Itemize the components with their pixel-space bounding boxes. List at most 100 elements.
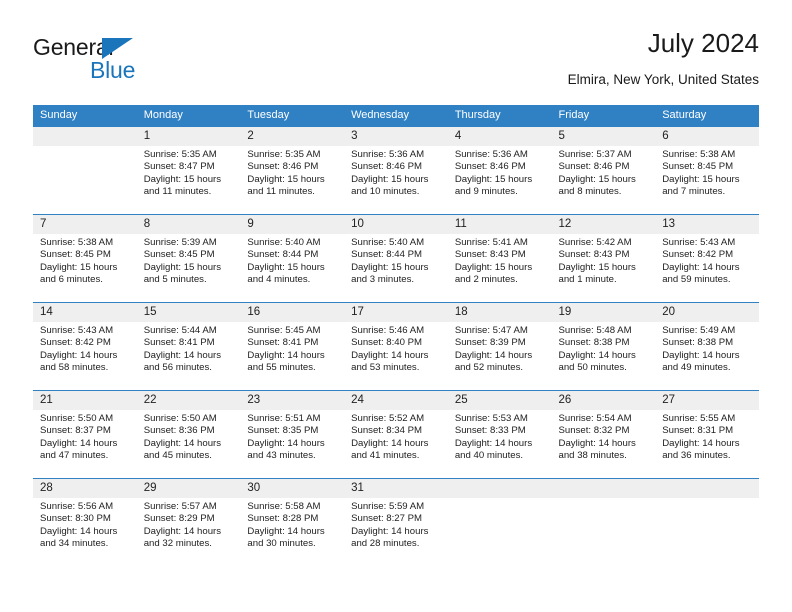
- day-details: Sunrise: 5:37 AM Sunset: 8:46 PM Daylight:…: [552, 146, 656, 198]
- daylight-text-line1: Daylight: 14 hours: [40, 525, 118, 537]
- day-number: 6: [655, 127, 759, 146]
- day-details: Sunrise: 5:44 AM Sunset: 8:41 PM Daylight:…: [137, 322, 241, 374]
- logo-text-blue: Blue: [90, 57, 136, 83]
- daylight-text-line1: Daylight: 15 hours: [558, 261, 636, 273]
- day-number: 30: [240, 479, 345, 498]
- day-cell[interactable]: 9 Sunrise: 5:40 AM Sunset: 8:44 PM Daylight…: [240, 214, 345, 303]
- sunset-text: Sunset: 8:29 PM: [143, 513, 215, 525]
- day-cell[interactable]: 20 Sunrise: 5:49 AM Sunset: 8:38 PM Dayligh…: [655, 302, 759, 391]
- daylight-text-line2: and 43 minutes.: [247, 449, 316, 461]
- day-cell[interactable]: 18 Sunrise: 5:47 AM Sunset: 8:39 PM Dayligh…: [447, 302, 552, 391]
- day-number: 20: [655, 303, 759, 322]
- daylight-text-line1: Daylight: 15 hours: [454, 261, 533, 273]
- day-cell[interactable]: 1 Sunrise: 5:35 AM Sunset: 8:47 PM Daylight…: [136, 126, 241, 215]
- day-cell[interactable]: 22 Sunrise: 5:50 AM Sunset: 8:36 PM Dayligh…: [136, 390, 241, 479]
- daylight-text-line2: and 41 minutes.: [351, 449, 420, 461]
- day-cell[interactable]: 8 Sunrise: 5:39 AM Sunset: 8:45 PM Daylight…: [136, 214, 241, 303]
- day-number: [551, 479, 656, 498]
- day-details: Sunrise: 5:58 AM Sunset: 8:28 PM Daylight:…: [240, 498, 344, 550]
- day-cell[interactable]: 14 Sunrise: 5:43 AM Sunset: 8:42 PM Dayligh…: [33, 302, 137, 391]
- day-number: 25: [447, 391, 552, 410]
- day-number: 3: [344, 127, 448, 146]
- daylight-text-line2: and 4 minutes.: [247, 273, 311, 285]
- sunset-text: Sunset: 8:40 PM: [351, 337, 423, 349]
- day-details: Sunrise: 5:57 AM Sunset: 8:29 PM Daylight:…: [137, 498, 241, 550]
- day-details: Sunrise: 5:40 AM Sunset: 8:44 PM Daylight:…: [240, 234, 344, 286]
- sunset-text: Sunset: 8:45 PM: [143, 249, 215, 261]
- daylight-text-line1: Daylight: 14 hours: [558, 437, 636, 449]
- day-number: 11: [447, 215, 552, 234]
- sunrise-text: Sunrise: 5:44 AM: [143, 325, 217, 336]
- day-cell[interactable]: 28 Sunrise: 5:56 AM Sunset: 8:30 PM Dayligh…: [33, 478, 137, 567]
- day-details: Sunrise: 5:42 AM Sunset: 8:43 PM Daylight:…: [552, 234, 656, 286]
- day-cell[interactable]: 16 Sunrise: 5:45 AM Sunset: 8:41 PM Dayligh…: [240, 302, 345, 391]
- daylight-text-line1: Daylight: 15 hours: [351, 173, 429, 185]
- day-number: 23: [240, 391, 345, 410]
- day-cell[interactable]: 4 Sunrise: 5:36 AM Sunset: 8:46 PM Daylight…: [447, 126, 552, 215]
- sunrise-text: Sunrise: 5:59 AM: [351, 501, 425, 512]
- day-details: Sunrise: 5:39 AM Sunset: 8:45 PM Daylight:…: [137, 234, 241, 286]
- sunrise-text: Sunrise: 5:36 AM: [454, 149, 528, 160]
- day-cell[interactable]: 10 Sunrise: 5:40 AM Sunset: 8:44 PM Dayligh…: [344, 214, 448, 303]
- sunrise-text: Sunrise: 5:52 AM: [351, 413, 425, 424]
- daylight-text-line1: Daylight: 15 hours: [247, 173, 325, 185]
- day-details: Sunrise: 5:35 AM Sunset: 8:47 PM Daylight:…: [137, 146, 241, 198]
- daylight-text-line1: Daylight: 15 hours: [143, 261, 222, 273]
- day-cell[interactable]: 3 Sunrise: 5:36 AM Sunset: 8:46 PM Daylight…: [344, 126, 448, 215]
- day-cell[interactable]: 19 Sunrise: 5:48 AM Sunset: 8:38 PM Dayligh…: [551, 302, 656, 391]
- day-cell[interactable]: 13 Sunrise: 5:43 AM Sunset: 8:42 PM Dayligh…: [655, 214, 759, 303]
- daylight-text-line1: Daylight: 14 hours: [40, 437, 118, 449]
- day-cell[interactable]: 5 Sunrise: 5:37 AM Sunset: 8:46 PM Daylight…: [551, 126, 656, 215]
- day-number: 17: [344, 303, 448, 322]
- daylight-text-line2: and 36 minutes.: [662, 449, 731, 461]
- day-number: 8: [136, 215, 241, 234]
- general-blue-logo[interactable]: General Blue: [33, 34, 253, 90]
- day-cell[interactable]: 26 Sunrise: 5:54 AM Sunset: 8:32 PM Dayligh…: [551, 390, 656, 479]
- daylight-text-line1: Daylight: 15 hours: [247, 261, 325, 273]
- sunset-text: Sunset: 8:46 PM: [558, 161, 630, 173]
- day-number: [33, 127, 137, 146]
- calendar-week-row: 28 Sunrise: 5:56 AM Sunset: 8:30 PM Dayligh…: [33, 478, 759, 567]
- day-cell[interactable]: 11 Sunrise: 5:41 AM Sunset: 8:43 PM Dayligh…: [447, 214, 552, 303]
- day-cell[interactable]: 24 Sunrise: 5:52 AM Sunset: 8:34 PM Dayligh…: [344, 390, 448, 479]
- daylight-text-line1: Daylight: 14 hours: [143, 525, 222, 537]
- daylight-text-line2: and 50 minutes.: [558, 361, 627, 373]
- daylight-text-line2: and 49 minutes.: [662, 361, 731, 373]
- day-cell-empty: [447, 478, 552, 567]
- daylight-text-line1: Daylight: 14 hours: [454, 349, 533, 361]
- day-cell[interactable]: 30 Sunrise: 5:58 AM Sunset: 8:28 PM Dayligh…: [240, 478, 345, 567]
- day-cell[interactable]: 27 Sunrise: 5:55 AM Sunset: 8:31 PM Dayligh…: [655, 390, 759, 479]
- day-cell[interactable]: 23 Sunrise: 5:51 AM Sunset: 8:35 PM Dayligh…: [240, 390, 345, 479]
- sunset-text: Sunset: 8:41 PM: [143, 337, 215, 349]
- day-cell[interactable]: 17 Sunrise: 5:46 AM Sunset: 8:40 PM Dayligh…: [344, 302, 448, 391]
- daylight-text-line1: Daylight: 14 hours: [454, 437, 533, 449]
- sunset-text: Sunset: 8:46 PM: [247, 161, 319, 173]
- day-cell[interactable]: 12 Sunrise: 5:42 AM Sunset: 8:43 PM Dayligh…: [551, 214, 656, 303]
- day-number: 26: [551, 391, 656, 410]
- day-cell[interactable]: 31 Sunrise: 5:59 AM Sunset: 8:27 PM Dayligh…: [344, 478, 448, 567]
- day-details: Sunrise: 5:48 AM Sunset: 8:38 PM Daylight:…: [552, 322, 656, 374]
- day-cell[interactable]: 15 Sunrise: 5:44 AM Sunset: 8:41 PM Dayligh…: [136, 302, 241, 391]
- daylight-text-line1: Daylight: 14 hours: [351, 349, 429, 361]
- daylight-text-line1: Daylight: 14 hours: [351, 437, 429, 449]
- day-cell[interactable]: 6 Sunrise: 5:38 AM Sunset: 8:45 PM Daylight…: [655, 126, 759, 215]
- sunset-text: Sunset: 8:43 PM: [454, 249, 526, 261]
- day-details: Sunrise: 5:52 AM Sunset: 8:34 PM Daylight:…: [344, 410, 448, 462]
- daylight-text-line1: Daylight: 14 hours: [662, 349, 740, 361]
- day-cell[interactable]: 2 Sunrise: 5:35 AM Sunset: 8:46 PM Daylight…: [240, 126, 345, 215]
- daylight-text-line2: and 5 minutes.: [143, 273, 207, 285]
- day-details: Sunrise: 5:38 AM Sunset: 8:45 PM Daylight:…: [33, 234, 137, 286]
- day-number: 19: [551, 303, 656, 322]
- daylight-text-line2: and 45 minutes.: [143, 449, 212, 461]
- day-cell[interactable]: 25 Sunrise: 5:53 AM Sunset: 8:33 PM Dayligh…: [447, 390, 552, 479]
- calendar-week-row: 21 Sunrise: 5:50 AM Sunset: 8:37 PM Dayligh…: [33, 390, 759, 479]
- day-details: Sunrise: 5:43 AM Sunset: 8:42 PM Daylight:…: [655, 234, 759, 286]
- day-cell[interactable]: 29 Sunrise: 5:57 AM Sunset: 8:29 PM Dayligh…: [136, 478, 241, 567]
- sunrise-text: Sunrise: 5:40 AM: [247, 237, 321, 248]
- sunset-text: Sunset: 8:42 PM: [662, 249, 734, 261]
- sunset-text: Sunset: 8:46 PM: [454, 161, 526, 173]
- daylight-text-line1: Daylight: 14 hours: [143, 349, 222, 361]
- sunrise-text: Sunrise: 5:57 AM: [143, 501, 217, 512]
- day-cell[interactable]: 21 Sunrise: 5:50 AM Sunset: 8:37 PM Dayligh…: [33, 390, 137, 479]
- day-cell[interactable]: 7 Sunrise: 5:38 AM Sunset: 8:45 PM Daylight…: [33, 214, 137, 303]
